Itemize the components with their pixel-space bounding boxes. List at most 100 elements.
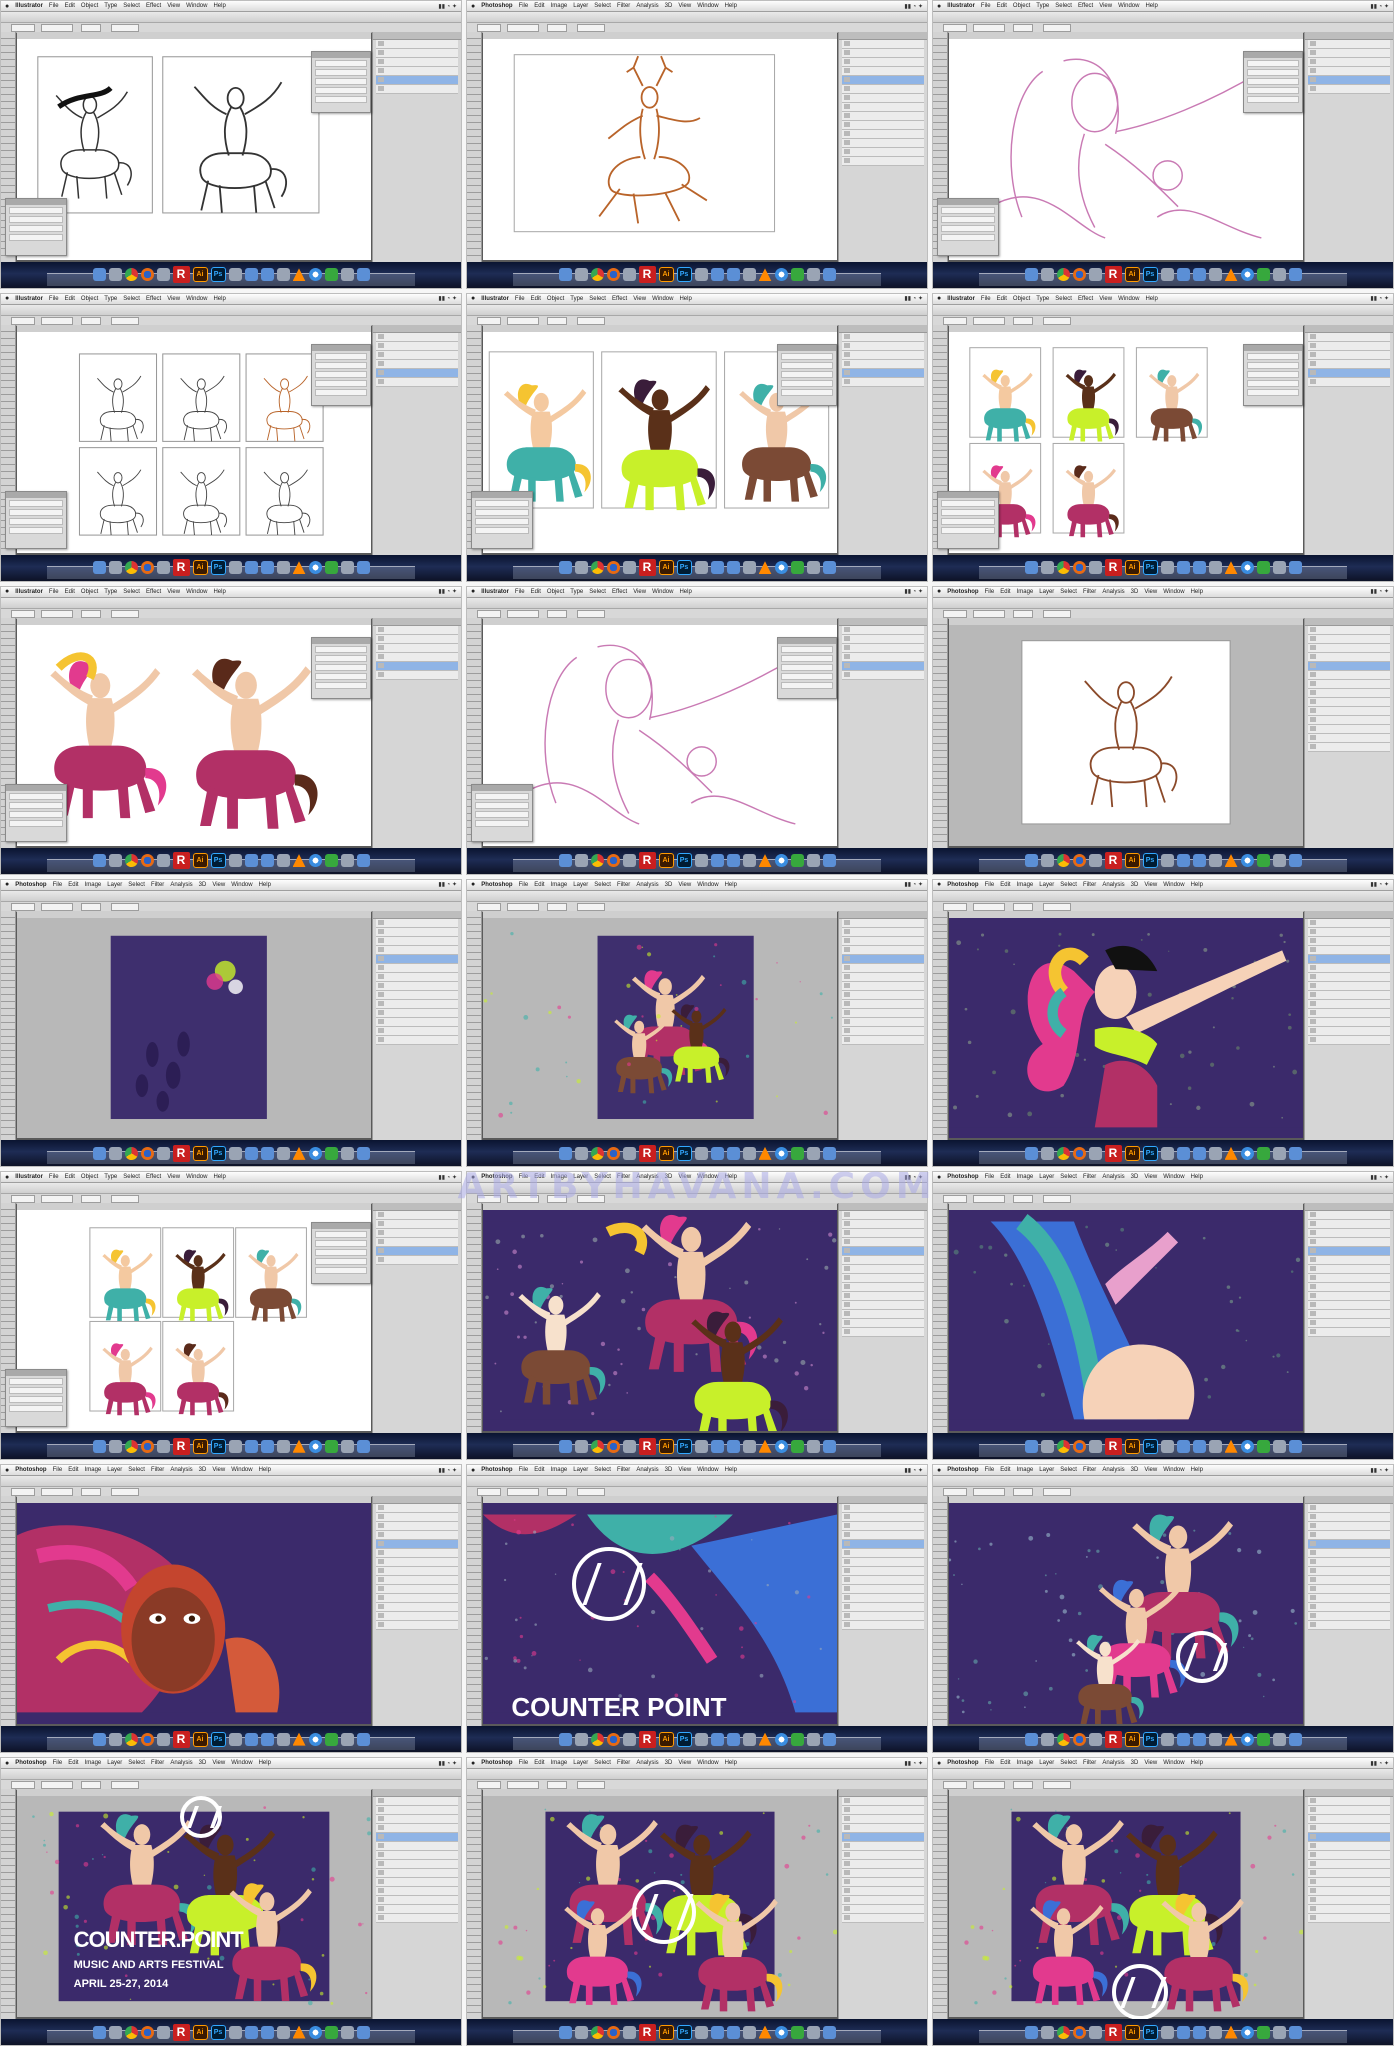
dock-gray-icon[interactable] xyxy=(1040,1732,1054,1746)
menu-item-image[interactable]: Image xyxy=(1017,1174,1034,1180)
menu-item-file[interactable]: File xyxy=(53,882,63,888)
apple-icon[interactable]: ● xyxy=(937,588,941,595)
layer-row[interactable] xyxy=(376,1594,458,1604)
menu-item-select[interactable]: Select xyxy=(123,3,140,9)
layer-row[interactable] xyxy=(1308,1220,1390,1230)
canvas[interactable] xyxy=(949,624,1303,846)
control-field[interactable] xyxy=(547,609,567,618)
menu-item-object[interactable]: Object xyxy=(547,589,564,595)
layer-row[interactable] xyxy=(842,148,924,157)
menu-item-image[interactable]: Image xyxy=(85,1760,102,1766)
menu-item-3d[interactable]: 3D xyxy=(665,1467,673,1473)
layer-row[interactable] xyxy=(1308,1319,1390,1329)
dock-chrome-icon[interactable] xyxy=(1056,561,1070,575)
dock-illustrator-icon[interactable]: Ai xyxy=(658,853,674,869)
menu-item-layer[interactable]: Layer xyxy=(573,1174,588,1180)
menu-item-window[interactable]: Window xyxy=(1118,296,1139,302)
layers-panel[interactable] xyxy=(372,1789,461,2019)
menu-item-edit[interactable]: Edit xyxy=(997,296,1007,302)
menu-item-file[interactable]: File xyxy=(49,589,59,595)
layer-row[interactable] xyxy=(1308,1806,1390,1816)
dock-green-icon[interactable] xyxy=(790,1732,804,1746)
dock-gray-icon[interactable] xyxy=(694,1146,708,1160)
layer-row[interactable] xyxy=(842,103,924,112)
dock-folder-icon[interactable] xyxy=(726,2025,740,2039)
dock-gray-icon[interactable] xyxy=(108,1439,122,1453)
layer-row[interactable] xyxy=(376,936,458,946)
menu-item-edit[interactable]: Edit xyxy=(65,589,75,595)
layer-row[interactable] xyxy=(1308,85,1390,94)
panel-field[interactable] xyxy=(1247,60,1299,67)
menu-item-3d[interactable]: 3D xyxy=(1131,589,1139,595)
layers-panel[interactable] xyxy=(838,1789,927,2019)
dock-folder-icon[interactable] xyxy=(356,2025,370,2039)
menu-item-file[interactable]: File xyxy=(985,882,995,888)
dock-gray-icon[interactable] xyxy=(340,561,354,575)
dock-green-icon[interactable] xyxy=(790,1146,804,1160)
dock-folder-icon[interactable] xyxy=(726,1439,740,1453)
dock-gray-icon[interactable] xyxy=(1160,854,1174,868)
dock-folder-icon[interactable] xyxy=(1288,268,1302,282)
layer-row[interactable] xyxy=(376,1806,458,1816)
tools-panel[interactable] xyxy=(933,1789,948,2019)
panel-field[interactable] xyxy=(781,388,833,396)
panel-field[interactable] xyxy=(315,681,367,689)
layer-row[interactable] xyxy=(1308,688,1390,698)
menu-item-window[interactable]: Window xyxy=(231,1467,252,1473)
dock-gray-icon[interactable] xyxy=(108,1146,122,1160)
layer-row[interactable] xyxy=(842,1256,924,1266)
panel-field[interactable] xyxy=(941,499,995,507)
app-name[interactable]: Photoshop xyxy=(947,882,978,888)
dock-folder-icon[interactable] xyxy=(244,2025,258,2039)
layer-row[interactable] xyxy=(1308,706,1390,716)
tools-panel[interactable] xyxy=(467,32,482,262)
dock-r-icon[interactable]: R xyxy=(638,559,656,577)
layer-row[interactable] xyxy=(1308,963,1390,973)
dock-photoshop-icon[interactable]: Ps xyxy=(1142,1145,1158,1161)
layer-row[interactable] xyxy=(376,1878,458,1888)
menu-item-layer[interactable]: Layer xyxy=(1039,589,1054,595)
layer-row[interactable] xyxy=(842,40,924,49)
layer-row[interactable] xyxy=(1308,1558,1390,1568)
layer-row[interactable] xyxy=(376,1842,458,1852)
dock-vlc-icon[interactable] xyxy=(292,1439,306,1453)
layer-row[interactable] xyxy=(1308,1860,1390,1870)
layer-row[interactable] xyxy=(1308,1026,1390,1036)
menu-item-file[interactable]: File xyxy=(985,1760,995,1766)
dock-photoshop-icon[interactable]: Ps xyxy=(676,560,692,576)
dock-illustrator-icon[interactable]: Ai xyxy=(658,1145,674,1161)
dock-gray-icon[interactable] xyxy=(1208,268,1222,282)
layer-row[interactable] xyxy=(1308,1896,1390,1906)
layer-row[interactable] xyxy=(1308,945,1390,955)
control-field[interactable] xyxy=(11,902,35,911)
control-field[interactable] xyxy=(11,1781,35,1790)
dock-gray-icon[interactable] xyxy=(108,2025,122,2039)
menu-item-image[interactable]: Image xyxy=(85,1467,102,1473)
layer-row[interactable] xyxy=(842,139,924,148)
panel-field[interactable] xyxy=(781,663,833,671)
dock-chrome-icon[interactable] xyxy=(124,854,138,868)
dock-gray-icon[interactable] xyxy=(1040,1439,1054,1453)
menu-item-layer[interactable]: Layer xyxy=(1039,1467,1054,1473)
menu-item-window[interactable]: Window xyxy=(1163,1760,1184,1766)
panel-field[interactable] xyxy=(315,645,367,653)
menu-item-file[interactable]: File xyxy=(985,1467,995,1473)
menu-item-object[interactable]: Object xyxy=(81,1174,98,1180)
layer-row[interactable] xyxy=(842,1283,924,1293)
panel-field[interactable] xyxy=(315,672,367,680)
panel-field[interactable] xyxy=(941,206,995,214)
control-field[interactable] xyxy=(11,316,35,325)
menu-item-filter[interactable]: Filter xyxy=(617,1467,630,1473)
dock-vlc-icon[interactable] xyxy=(758,1146,772,1160)
layer-row[interactable] xyxy=(1308,1274,1390,1284)
menu-item-select[interactable]: Select xyxy=(589,589,606,595)
menu-item-analysis[interactable]: Analysis xyxy=(636,1760,658,1766)
menu-item-filter[interactable]: Filter xyxy=(1083,1760,1096,1766)
layer-row[interactable] xyxy=(842,1513,924,1523)
layer-row[interactable] xyxy=(1308,733,1390,743)
dock-safari-icon[interactable] xyxy=(1240,1732,1254,1746)
layer-row[interactable] xyxy=(1308,927,1390,937)
dock-folder-icon[interactable] xyxy=(356,1439,370,1453)
layer-row[interactable] xyxy=(1308,999,1390,1009)
layer-row[interactable] xyxy=(376,1558,458,1568)
